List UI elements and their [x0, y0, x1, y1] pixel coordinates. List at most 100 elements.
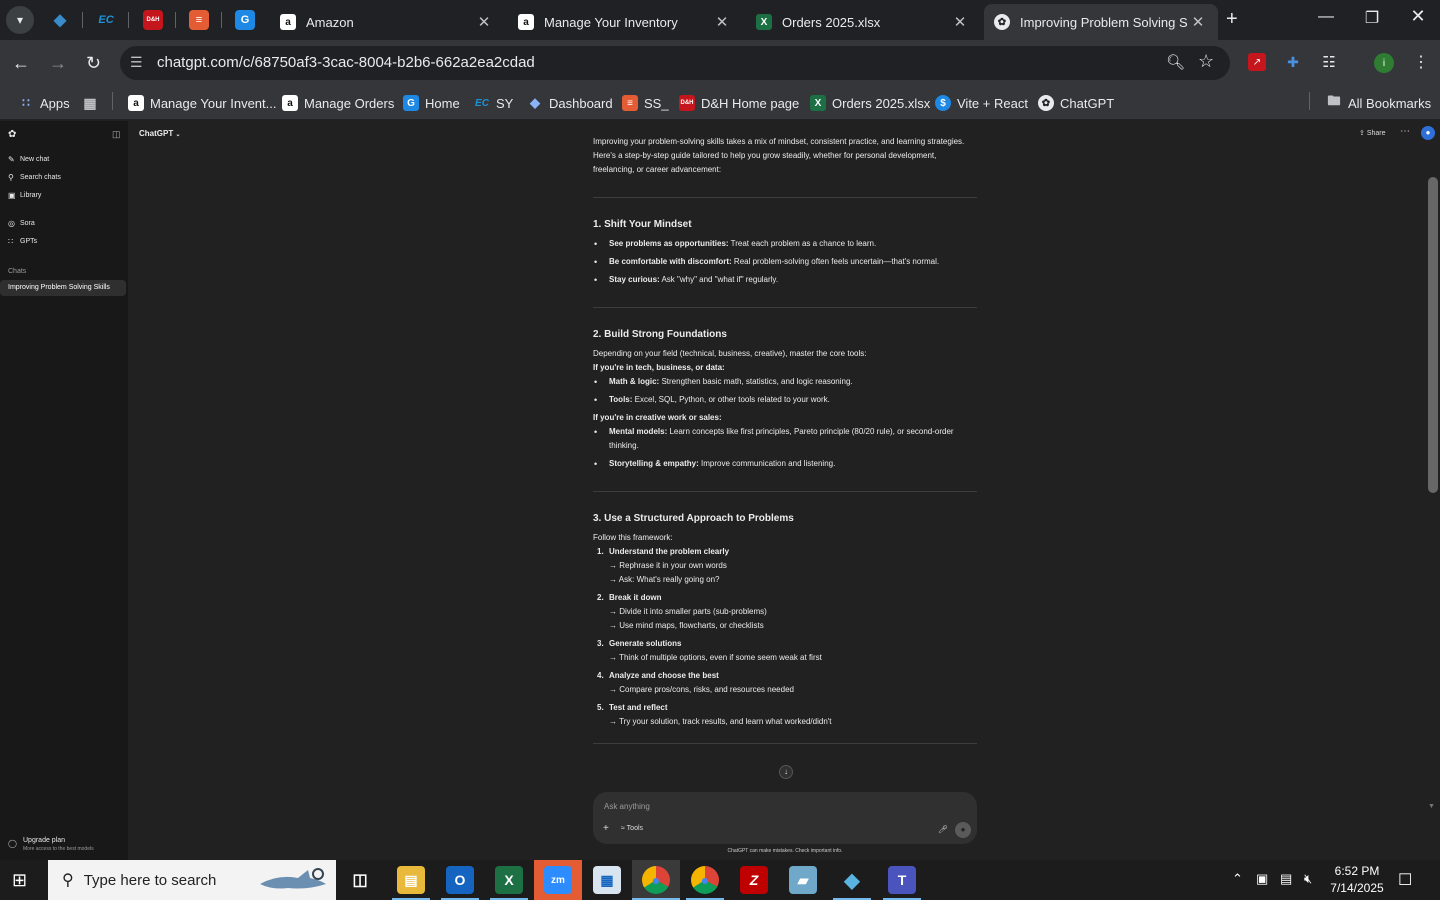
- sidebar-item-gpts[interactable]: ∷ GPTs: [8, 237, 37, 246]
- step-number: 1.: [597, 547, 604, 556]
- forward-arrow-icon[interactable]: →: [49, 53, 67, 74]
- share-label: Share: [1366, 130, 1386, 137]
- tab-manage-inventory[interactable]: a Manage Your Inventory ✕: [508, 4, 742, 40]
- tab-chatgpt-active[interactable]: ✿ Improving Problem Solving Skil ✕: [984, 4, 1218, 40]
- bookmark-vite-react[interactable]: $ Vite + React: [935, 93, 1028, 113]
- outlook-icon[interactable]: O: [446, 866, 474, 894]
- pinned-tab-ec-icon[interactable]: EC: [96, 10, 116, 30]
- diamond-app-icon[interactable]: ◆: [838, 866, 866, 894]
- tools-button[interactable]: ≈ Tools: [621, 825, 643, 832]
- send-voice-button-icon[interactable]: ●: [955, 822, 971, 838]
- bookmark-ss[interactable]: ≡ SS_: [622, 93, 669, 113]
- restore-icon[interactable]: ❐: [1357, 8, 1387, 28]
- bookmark-divider: [112, 92, 113, 110]
- sidebar-item-search-chats[interactable]: ⚲ Search chats: [8, 173, 61, 182]
- chatgpt-icon: ✿: [1038, 95, 1054, 111]
- openai-logo-icon[interactable]: ✿: [8, 129, 16, 140]
- sidebar-item-library[interactable]: ▣ Library: [8, 191, 41, 200]
- pinned-tab-diamond-icon[interactable]: ◆: [50, 10, 70, 30]
- ec-icon: EC: [475, 97, 489, 109]
- bookmark-dashboard[interactable]: ◆ Dashboard: [527, 93, 613, 113]
- clock-date: 7/14/2025: [1330, 881, 1384, 895]
- tab-title: Amazon: [306, 14, 354, 30]
- g-doc-icon: G: [403, 95, 419, 111]
- sidebar-item-new-chat[interactable]: ✎ New chat: [8, 155, 49, 164]
- tray-chevron-up-icon[interactable]: ⌃: [1232, 871, 1243, 887]
- scroll-to-bottom-arrow-icon[interactable]: ↓: [779, 765, 793, 779]
- message-composer[interactable]: Ask anything + ≈ Tools 🎤︎ ●: [593, 792, 977, 844]
- reload-icon[interactable]: ↻: [86, 53, 101, 74]
- bookmark-star-icon[interactable]: ☆: [1198, 51, 1214, 72]
- section-2-heading: 2. Build Strong Foundations: [593, 329, 727, 340]
- extension-puzzle-blue-icon[interactable]: ✚: [1284, 53, 1302, 71]
- section-3-intro: Follow this framework:: [593, 533, 673, 542]
- kebab-menu-icon[interactable]: ⋮: [1412, 53, 1430, 71]
- close-tab-icon[interactable]: ✕: [712, 13, 732, 31]
- window-close-icon[interactable]: ✕: [1403, 6, 1433, 27]
- scroll-down-arrow-icon[interactable]: ▼: [1428, 803, 1435, 810]
- filezilla-icon[interactable]: Z: [740, 866, 768, 894]
- browser-toolbar: ← → ↻ ☰ chatgpt.com/c/68750af3-3cac-8004…: [0, 40, 1440, 86]
- back-arrow-icon[interactable]: ←: [12, 53, 30, 74]
- task-view-icon[interactable]: ◫: [346, 866, 374, 894]
- zoom-icon[interactable]: zm: [544, 866, 572, 894]
- bookmark-manage-inventory[interactable]: a Manage Your Invent...: [128, 93, 276, 113]
- new-tab-plus-icon[interactable]: +: [1226, 8, 1238, 31]
- extensions-puzzle-icon[interactable]: ☷: [1320, 53, 1338, 71]
- chatgpt-icon: ✿: [994, 14, 1010, 30]
- zoom-magnifier-icon[interactable]: 🔍︎: [1166, 53, 1185, 71]
- notification-center-icon[interactable]: ☐: [1398, 870, 1412, 890]
- bookmark-tab-groups[interactable]: ▦: [82, 93, 104, 113]
- teams-icon[interactable]: T: [888, 866, 916, 894]
- bookmark-manage-orders[interactable]: a Manage Orders: [282, 93, 394, 113]
- excel-icon[interactable]: X: [495, 866, 523, 894]
- bookmark-apps[interactable]: ∷ Apps: [18, 93, 69, 113]
- chat-history-item[interactable]: Improving Problem Solving Skills: [0, 280, 126, 296]
- taskbar-clock[interactable]: 6:52 PM 7/14/2025: [1324, 863, 1390, 897]
- tab-search-chevron-icon[interactable]: ▾: [6, 6, 34, 34]
- calculator-icon[interactable]: ▦: [593, 866, 621, 894]
- pinned-tab-g-doc-icon[interactable]: G: [235, 10, 255, 30]
- profile-avatar[interactable]: i: [1374, 53, 1394, 73]
- close-tab-icon[interactable]: ✕: [474, 13, 494, 31]
- pinned-tab-stack-icon[interactable]: ≡: [189, 10, 209, 30]
- tab-orders-xlsx[interactable]: X Orders 2025.xlsx ✕: [746, 4, 980, 40]
- network-icon[interactable]: ▤: [1280, 871, 1292, 887]
- step-title: Generate solutions: [609, 639, 682, 648]
- site-settings-icon[interactable]: ☰: [130, 54, 143, 71]
- share-button[interactable]: ⇪ Share: [1359, 129, 1386, 137]
- taskbar-search-box[interactable]: ⚲ Type here to search: [48, 860, 336, 900]
- bullet-bold: Storytelling & empathy:: [609, 459, 699, 468]
- all-bookmarks[interactable]: 🖿︎ All Bookmarks: [1326, 93, 1431, 113]
- minimize-icon[interactable]: —: [1311, 8, 1341, 26]
- volume-muted-icon[interactable]: 🔇︎: [1304, 871, 1312, 887]
- bookmark-sy[interactable]: EC SY: [474, 93, 513, 113]
- bookmark-orders-xlsx[interactable]: X Orders 2025.xlsx: [810, 93, 930, 113]
- scrollbar-thumb[interactable]: [1428, 177, 1438, 493]
- tab-amazon[interactable]: a Amazon ✕: [270, 4, 504, 40]
- microphone-icon[interactable]: 🎤︎: [938, 825, 948, 834]
- chrome-icon[interactable]: ●: [642, 866, 670, 894]
- address-bar[interactable]: ☰ chatgpt.com/c/68750af3-3cac-8004-b2b6-…: [120, 46, 1230, 80]
- file-explorer-icon[interactable]: ▤: [397, 866, 425, 894]
- sidebar-toggle-icon[interactable]: ◫: [112, 129, 121, 140]
- url-text[interactable]: chatgpt.com/c/68750af3-3cac-8004-b2b6-66…: [157, 54, 535, 71]
- chrome-profile-icon[interactable]: ●: [691, 866, 719, 894]
- windows-start-icon[interactable]: ⊞: [12, 870, 27, 891]
- tray-security-icon[interactable]: ▣: [1256, 871, 1268, 887]
- attach-plus-icon[interactable]: +: [603, 823, 609, 834]
- model-selector[interactable]: ChatGPT ⌄: [139, 129, 181, 138]
- close-tab-icon[interactable]: ✕: [1188, 13, 1208, 31]
- sidebar-item-sora[interactable]: ◎ Sora: [8, 219, 35, 228]
- bookmark-dh-home[interactable]: D&H D&H Home page: [679, 93, 799, 113]
- prompt-input[interactable]: Ask anything: [604, 802, 650, 811]
- pinned-tab-dh-icon[interactable]: D&H: [143, 10, 163, 30]
- extension-arrow-icon[interactable]: ↗: [1248, 53, 1266, 71]
- close-tab-icon[interactable]: ✕: [950, 13, 970, 31]
- notes-app-icon[interactable]: ▰: [789, 866, 817, 894]
- bookmark-chatgpt[interactable]: ✿ ChatGPT: [1038, 93, 1114, 113]
- more-options-icon[interactable]: ⋯: [1400, 126, 1410, 137]
- bullet-text: Improve communication and listening.: [698, 459, 836, 468]
- bookmark-home[interactable]: G Home: [403, 93, 460, 113]
- profile-avatar[interactable]: ●: [1421, 126, 1435, 140]
